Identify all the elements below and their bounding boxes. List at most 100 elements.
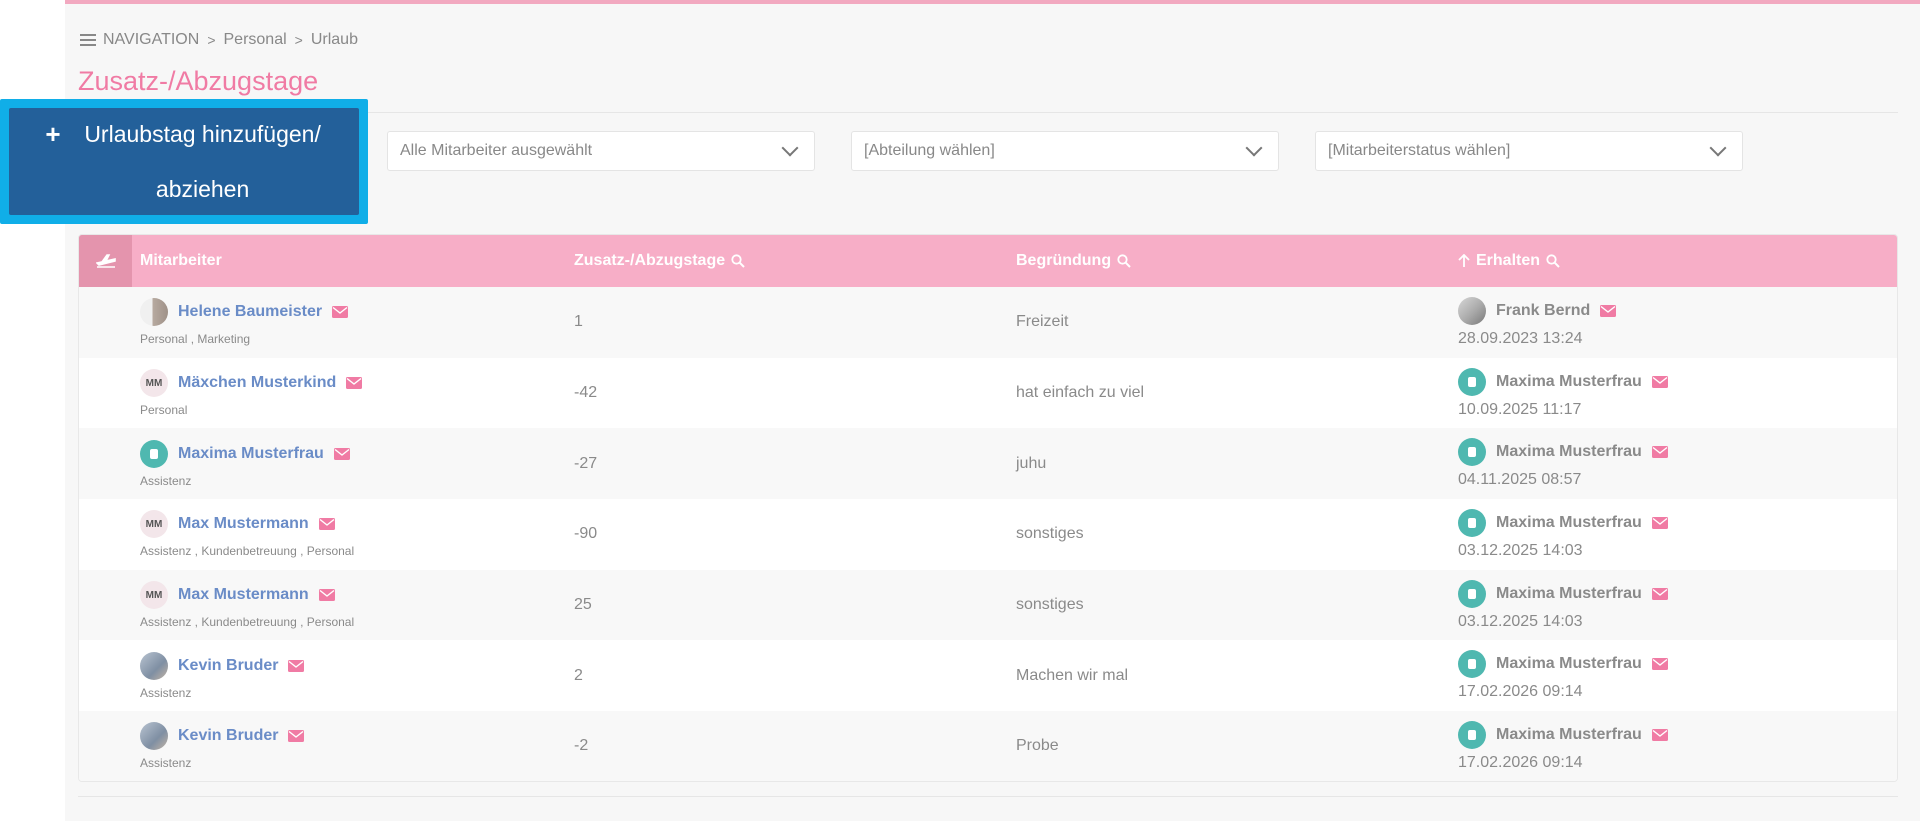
table-row[interactable]: Maxima Musterfrau Assistenz -27 juhu Max… — [79, 428, 1897, 500]
employee-department: Assistenz , Kundenbetreuung , Personal — [140, 615, 355, 630]
reason-text: Freizeit — [1016, 313, 1069, 331]
employee-select-value: Alle Mitarbeiter ausgewählt — [400, 142, 593, 159]
page-title: Zusatz-/Abzugstage — [78, 66, 319, 96]
avatar: MM — [140, 581, 168, 610]
avatar — [1458, 579, 1486, 608]
received-date: 04.11.2025 08:57 — [1458, 471, 1582, 489]
add-button-highlight: + Urlaubstag hinzufügen/ abziehen — [0, 99, 368, 224]
breadcrumb-root[interactable]: NAVIGATION — [103, 31, 199, 49]
received-date: 17.02.2026 09:14 — [1458, 753, 1583, 771]
table-body: Helene Baumeister Personal , Marketing 1… — [79, 287, 1897, 781]
employee-name-link[interactable]: Helene Baumeister — [178, 303, 322, 321]
plane-icon — [79, 235, 132, 287]
reason-text: sonstiges — [1016, 525, 1084, 543]
avatar: MM — [140, 510, 168, 539]
received-by-name[interactable]: Maxima Musterfrau — [1496, 514, 1642, 532]
mail-icon[interactable] — [1651, 587, 1668, 600]
avatar — [140, 722, 168, 751]
plus-icon: + — [45, 119, 61, 149]
mail-icon[interactable] — [1651, 516, 1668, 529]
received-date: 28.09.2023 13:24 — [1458, 329, 1583, 347]
add-button-label: Urlaubstag hinzufügen/ abziehen — [84, 120, 321, 202]
table-row[interactable]: MM Max Mustermann Assistenz , Kundenbetr… — [79, 499, 1897, 570]
received-date: 17.02.2026 09:14 — [1458, 683, 1583, 701]
mail-icon[interactable] — [1651, 446, 1668, 459]
reason-text: juhu — [1016, 454, 1047, 472]
days-value: 2 — [574, 666, 583, 684]
employee-select[interactable]: Alle Mitarbeiter ausgewählt — [387, 131, 815, 171]
divider — [78, 796, 1898, 797]
search-icon[interactable] — [731, 254, 745, 268]
mail-icon[interactable] — [333, 447, 350, 460]
employee-name-link[interactable]: Kevin Bruder — [178, 727, 278, 745]
column-header-employee[interactable]: Mitarbeiter — [132, 252, 574, 270]
days-value: 1 — [574, 313, 583, 331]
avatar — [1458, 367, 1486, 396]
table-row[interactable]: Helene Baumeister Personal , Marketing 1… — [79, 287, 1897, 358]
received-date: 10.09.2025 11:17 — [1458, 400, 1582, 418]
table-row[interactable]: MM Max Mustermann Assistenz , Kundenbetr… — [79, 569, 1897, 641]
add-vacation-day-button[interactable]: + Urlaubstag hinzufügen/ abziehen — [9, 108, 359, 215]
reason-text: sonstiges — [1016, 596, 1084, 614]
received-by-name[interactable]: Maxima Musterfrau — [1496, 443, 1642, 461]
reason-text: Machen wir mal — [1016, 666, 1129, 684]
column-header-received[interactable]: Erhalten — [1458, 252, 1897, 270]
table-row[interactable]: MM Mäxchen Musterkind Personal -42 hat e… — [79, 358, 1897, 429]
mail-icon[interactable] — [1651, 375, 1668, 388]
employee-name-link[interactable]: Max Mustermann — [178, 515, 309, 533]
received-date: 03.12.2025 14:03 — [1458, 541, 1583, 559]
avatar — [1458, 296, 1486, 325]
table-row[interactable]: Kevin Bruder Assistenz -2 Probe Maxima M… — [79, 711, 1897, 781]
breadcrumb-personal[interactable]: Personal — [224, 31, 287, 49]
mail-icon[interactable] — [1651, 728, 1668, 741]
table-header: Mitarbeiter Zusatz-/Abzugstage Begründun… — [79, 235, 1897, 287]
employee-department: Assistenz — [140, 685, 192, 700]
received-date: 03.12.2025 14:03 — [1458, 612, 1583, 630]
mail-icon[interactable] — [288, 730, 305, 743]
mail-icon[interactable] — [1651, 658, 1668, 671]
avatar — [1458, 720, 1486, 749]
employee-department: Assistenz — [140, 473, 192, 488]
days-value: -27 — [574, 454, 598, 472]
status-select[interactable]: [Mitarbeiterstatus wählen] — [1315, 131, 1743, 171]
department-select[interactable]: [Abteilung wählen] — [851, 131, 1279, 171]
avatar — [1458, 650, 1486, 679]
chevron-down-icon — [781, 139, 799, 157]
received-by-name[interactable]: Maxima Musterfrau — [1496, 726, 1642, 744]
search-icon[interactable] — [1117, 254, 1131, 268]
reason-text: Probe — [1016, 737, 1059, 755]
chevron-right-icon: > — [294, 32, 303, 48]
days-value: -42 — [574, 384, 598, 402]
mail-icon[interactable] — [318, 518, 335, 531]
table-row[interactable]: Kevin Bruder Assistenz 2 Machen wir mal … — [79, 640, 1897, 711]
received-by-name[interactable]: Maxima Musterfrau — [1496, 655, 1642, 673]
employee-department: Personal — [140, 403, 188, 418]
mail-icon[interactable] — [332, 306, 349, 319]
employee-department: Personal , Marketing — [140, 332, 251, 347]
employee-name-link[interactable]: Maxima Musterfrau — [178, 445, 324, 463]
received-by-name[interactable]: Maxima Musterfrau — [1496, 585, 1642, 603]
reason-text: hat einfach zu viel — [1016, 384, 1145, 402]
employee-department: Assistenz , Kundenbetreuung , Personal — [140, 544, 355, 559]
employee-name-link[interactable]: Mäxchen Musterkind — [178, 374, 336, 392]
mail-icon[interactable] — [346, 377, 363, 390]
received-by-name[interactable]: Maxima Musterfrau — [1496, 373, 1642, 391]
mail-icon[interactable] — [318, 589, 335, 602]
mail-icon[interactable] — [288, 659, 305, 672]
avatar: MM — [140, 369, 168, 398]
chevron-down-icon — [1709, 139, 1727, 157]
arrow-up-icon — [1458, 254, 1470, 267]
breadcrumb: NAVIGATION > Personal > Urlaub — [80, 30, 358, 50]
menu-icon[interactable] — [80, 34, 96, 46]
received-by-name[interactable]: Frank Bernd — [1496, 302, 1590, 320]
search-icon[interactable] — [1546, 254, 1560, 268]
column-header-days[interactable]: Zusatz-/Abzugstage — [574, 252, 1016, 270]
employee-name-link[interactable]: Kevin Bruder — [178, 657, 278, 675]
employee-department: Assistenz — [140, 756, 192, 771]
avatar — [140, 651, 168, 680]
days-value: -2 — [574, 737, 589, 755]
column-header-reason[interactable]: Begründung — [1016, 252, 1458, 270]
employee-name-link[interactable]: Max Mustermann — [178, 586, 309, 604]
mail-icon[interactable] — [1600, 304, 1617, 317]
breadcrumb-urlaub[interactable]: Urlaub — [311, 31, 358, 49]
